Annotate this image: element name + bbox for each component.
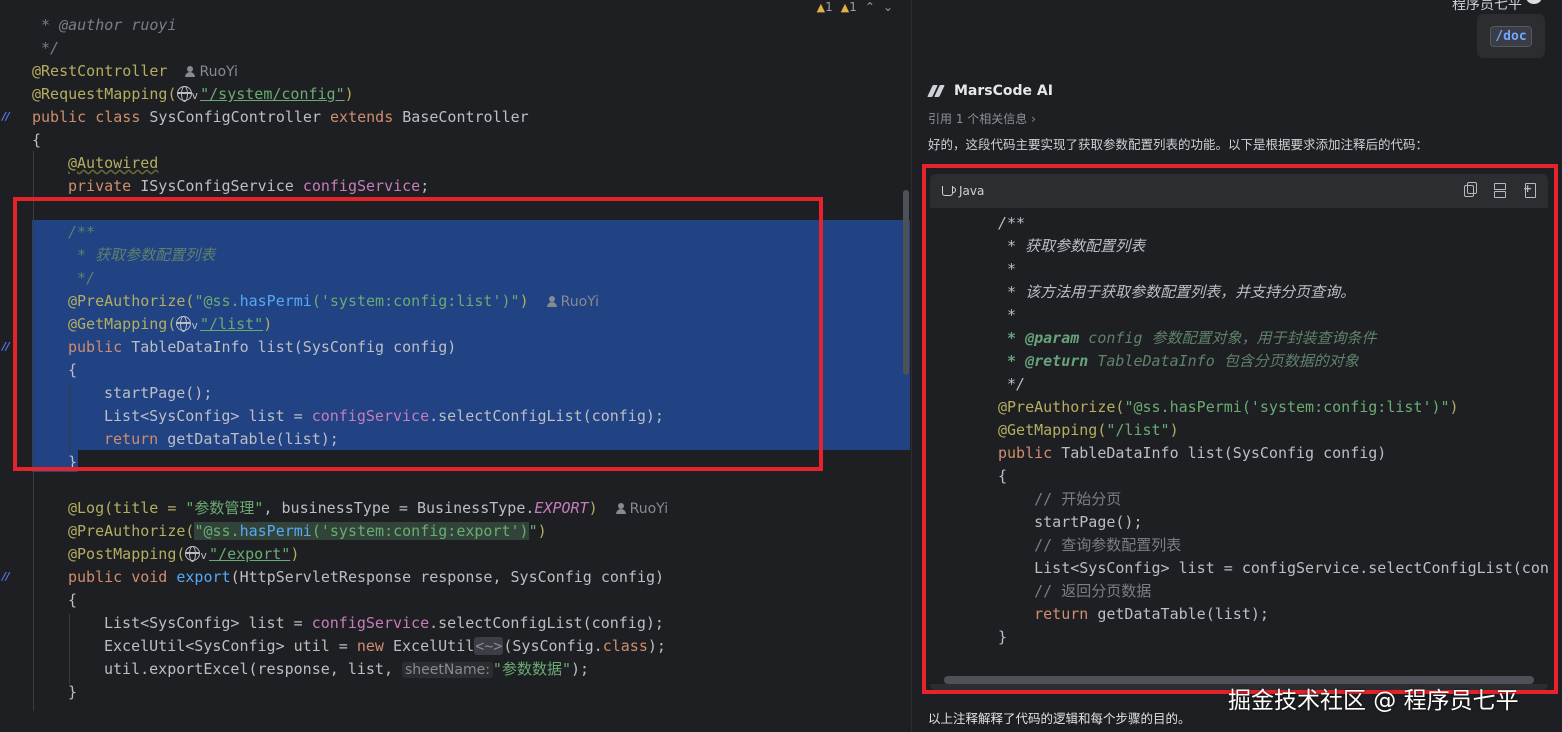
globe-icon[interactable] [185,546,201,562]
editor-scrollbar[interactable] [903,190,909,375]
code-line[interactable]: @Autowired [68,152,911,175]
reference-link[interactable]: 引用 1 个相关信息 › [928,110,1036,127]
marscode-logo-icon [928,83,946,99]
assistant-message-intro: 好的，这段代码主要实现了获取参数配置列表的功能。以下是根据要求添加注释后的代码： [928,137,1429,152]
code-line[interactable]: private ISysConfigService configService; [68,175,911,198]
vcs-change-marker[interactable]: // [1,571,15,582]
globe-icon[interactable] [176,86,192,102]
code-line[interactable]: @RequestMapping(v "/system/config") [32,83,911,106]
code-line[interactable]: * @author ruoyi [32,14,911,37]
code-line[interactable]: @Log(title = "参数管理", businessType = Busi… [68,497,911,520]
warning-count[interactable]: ▲1 [817,0,833,14]
code-line[interactable]: @PostMapping(v "/export") [68,543,911,566]
watermark: 掘金技术社区 @ 程序员七平 [1228,688,1519,714]
assistant-name: MarsCode AI [954,83,1053,99]
person-icon [185,66,196,77]
code-line[interactable]: public void export(HttpServletResponse r… [68,566,911,589]
code-line[interactable]: @RestController RuoYi [32,60,911,83]
chevron-down-icon[interactable]: v [200,549,207,562]
highlight-box-editor [13,197,823,471]
code-line[interactable]: public class SysConfigController extends… [32,106,911,129]
user-message-doc-command[interactable]: /doc [1477,14,1545,58]
highlight-box-chat [922,164,1558,694]
avatar [1526,0,1542,4]
code-line[interactable]: { [32,129,911,152]
code-line[interactable]: } [68,681,911,704]
diamond-fold[interactable]: <~> [474,637,504,655]
code-line[interactable]: ExcelUtil<SysConfig> util = new ExcelUti… [104,635,911,658]
warning-icon: ▲ [816,1,826,14]
inspection-widget[interactable]: ▲1 ▲1 ⌃ ⌄ [817,0,893,14]
code-line[interactable]: List<SysConfig> list = configService.sel… [104,612,911,635]
code-line[interactable]: @PreAuthorize("@ss.hasPermi('system:conf… [68,520,911,543]
code-line[interactable]: { [68,589,911,612]
code-line[interactable]: util.exportExcel(response, list, sheetNa… [104,658,911,681]
indent-guide [69,614,70,684]
next-highlight-button[interactable]: ⌄ [883,0,893,14]
chevron-down-icon[interactable]: v [192,89,199,102]
weak-warning-count[interactable]: ▲1 [841,0,857,14]
code-line[interactable]: */ [32,37,911,60]
previous-highlight-button[interactable]: ⌃ [865,0,875,14]
weak-warning-icon: ▲ [840,1,850,14]
assistant-message-outro: 以上注释解释了代码的逻辑和每个步骤的目的。 [928,711,1191,726]
user-name: 程序员七平 [1452,0,1522,13]
vcs-change-marker[interactable]: // [1,111,15,122]
author-hint[interactable]: RuoYi [185,64,238,80]
person-icon [615,503,626,514]
assistant-header: MarsCode AI [928,80,1053,102]
parameter-hint: sheetName: [402,662,493,678]
author-hint[interactable]: RuoYi [615,501,668,517]
